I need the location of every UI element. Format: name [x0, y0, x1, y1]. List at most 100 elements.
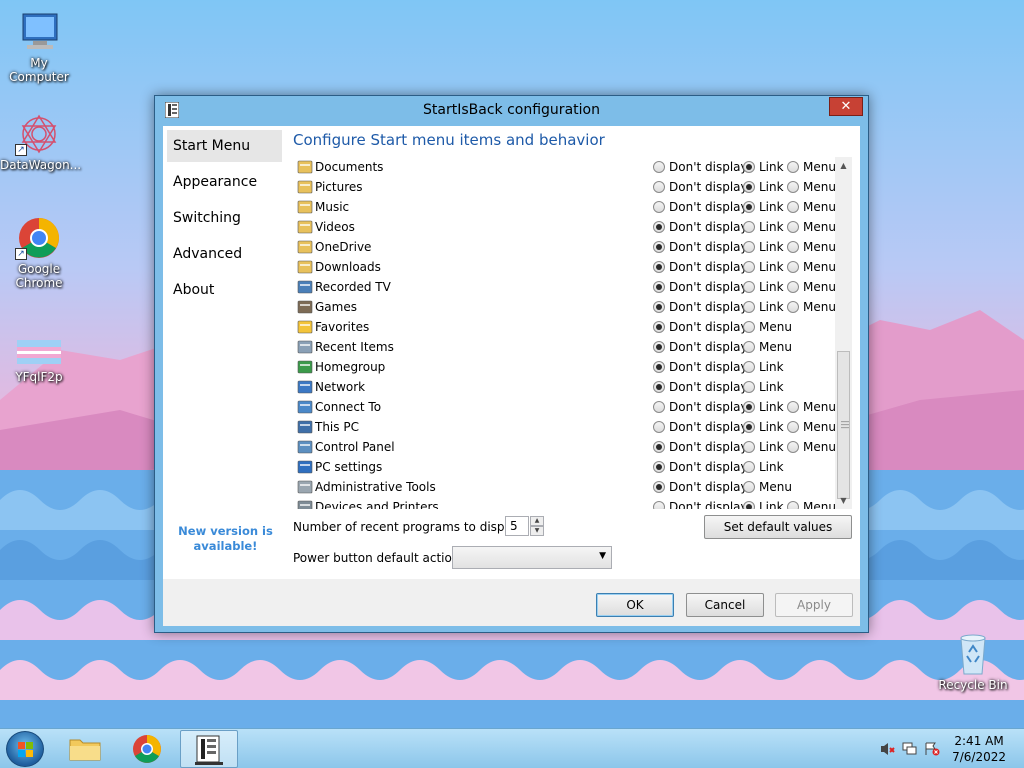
radio-button[interactable]	[653, 241, 665, 253]
radio-button[interactable]	[653, 221, 665, 233]
list-item: Homegroup Don't display Link	[295, 357, 843, 377]
radio-button[interactable]	[743, 421, 755, 433]
radio-button[interactable]	[743, 501, 755, 509]
radio-button[interactable]	[653, 321, 665, 333]
desktop-icon-yfqlf2p[interactable]: YFqlF2p	[0, 338, 78, 384]
chrome-icon	[133, 735, 161, 763]
radio-button[interactable]	[743, 381, 755, 393]
radio-button[interactable]	[653, 501, 665, 509]
radio-button[interactable]	[653, 481, 665, 493]
window-client-area: Start Menu Appearance Switching Advanced…	[163, 126, 860, 626]
radio-button[interactable]	[787, 441, 799, 453]
radio-button[interactable]	[743, 341, 755, 353]
radio-button[interactable]	[743, 401, 755, 413]
radio-button[interactable]	[653, 341, 665, 353]
radio-button[interactable]	[653, 181, 665, 193]
start-button[interactable]	[6, 731, 44, 767]
radio-button[interactable]	[653, 441, 665, 453]
radio-button[interactable]	[743, 321, 755, 333]
radio-button[interactable]	[653, 301, 665, 313]
list-item: Recorded TV Don't display Link Menu	[295, 277, 843, 297]
recent-programs-stepper[interactable]: ▲ ▼	[505, 516, 545, 536]
volume-muted-icon[interactable]	[880, 742, 896, 756]
nav-item-about[interactable]: About	[167, 274, 282, 306]
taskbar-chrome[interactable]	[118, 730, 176, 768]
radio-button[interactable]	[743, 361, 755, 373]
radio-button[interactable]	[653, 161, 665, 173]
item-name: Music	[315, 200, 350, 214]
nav-item-appearance[interactable]: Appearance	[167, 166, 282, 198]
list-scrollbar[interactable]: ▲ ― ― ― ▼	[835, 157, 852, 509]
network-icon[interactable]	[902, 742, 918, 756]
radio-button[interactable]	[787, 161, 799, 173]
ok-button[interactable]: OK	[596, 593, 674, 617]
radio-button[interactable]	[743, 301, 755, 313]
radio-button[interactable]	[743, 201, 755, 213]
folder-pictures-icon	[297, 179, 313, 195]
radio-button[interactable]	[653, 461, 665, 473]
radio-button[interactable]	[653, 401, 665, 413]
power-button-action-select[interactable]: ▼	[452, 546, 612, 569]
radio-button[interactable]	[743, 161, 755, 173]
radio-button[interactable]	[787, 201, 799, 213]
recent-programs-input[interactable]	[505, 516, 529, 536]
stepper-up-icon[interactable]: ▲	[530, 516, 544, 526]
radio-button[interactable]	[743, 441, 755, 453]
radio-button[interactable]	[653, 381, 665, 393]
clock-time: 2:41 AM	[954, 734, 1004, 748]
scroll-up-arrow-icon[interactable]: ▲	[835, 157, 852, 174]
taskbar-clock[interactable]: 2:41 AM 7/6/2022	[952, 733, 1006, 765]
radio-button[interactable]	[653, 361, 665, 373]
taskbar-file-explorer[interactable]	[56, 730, 114, 768]
radio-button[interactable]	[653, 261, 665, 273]
desktop-icon-my-computer[interactable]: My Computer	[0, 10, 78, 84]
close-icon[interactable]: ✕	[829, 97, 863, 116]
new-version-link[interactable]: New version is available!	[173, 524, 278, 554]
apply-button[interactable]: Apply	[775, 593, 853, 617]
radio-button[interactable]	[743, 481, 755, 493]
scroll-thumb[interactable]: ― ― ―	[837, 351, 850, 499]
radio-button[interactable]	[653, 281, 665, 293]
item-name: Administrative Tools	[315, 480, 436, 494]
radio-button[interactable]	[787, 301, 799, 313]
radio-button[interactable]	[653, 421, 665, 433]
radio-button[interactable]	[787, 181, 799, 193]
radio-button[interactable]	[787, 281, 799, 293]
desktop-icon-label: YFqlF2p	[15, 370, 63, 384]
window-titlebar[interactable]: StartIsBack configuration ✕	[155, 96, 868, 124]
item-name: OneDrive	[315, 240, 372, 254]
taskbar-startisback[interactable]	[180, 730, 238, 768]
list-item: Administrative Tools Don't display Menu	[295, 477, 843, 497]
radio-label: Menu	[759, 320, 792, 334]
nav-item-switching[interactable]: Switching	[167, 202, 282, 234]
stepper-down-icon[interactable]: ▼	[530, 526, 544, 536]
desktop-icon-recycle-bin[interactable]: Recycle Bin	[934, 632, 1012, 692]
cancel-button[interactable]: Cancel	[686, 593, 764, 617]
scroll-down-arrow-icon[interactable]: ▼	[835, 492, 852, 509]
desktop-icon-datawagon[interactable]: ↗ DataWagon...	[0, 112, 81, 172]
radio-button[interactable]	[787, 241, 799, 253]
desktop-icon-google-chrome[interactable]: ↗ Google Chrome	[0, 216, 78, 290]
list-item: Pictures Don't display Link Menu	[295, 177, 843, 197]
radio-button[interactable]	[743, 241, 755, 253]
radio-button[interactable]	[743, 261, 755, 273]
radio-label: Menu	[803, 280, 836, 294]
radio-label: Link	[759, 200, 784, 214]
radio-label: Don't display	[669, 480, 748, 494]
radio-button[interactable]	[787, 261, 799, 273]
nav-item-start-menu[interactable]: Start Menu	[167, 130, 282, 162]
nav-item-advanced[interactable]: Advanced	[167, 238, 282, 270]
radio-label: Link	[759, 280, 784, 294]
radio-button[interactable]	[653, 201, 665, 213]
radio-button[interactable]	[787, 421, 799, 433]
radio-button[interactable]	[787, 401, 799, 413]
radio-button[interactable]	[787, 221, 799, 233]
radio-button[interactable]	[743, 221, 755, 233]
radio-button[interactable]	[743, 181, 755, 193]
action-center-flag-icon[interactable]	[924, 742, 940, 756]
radio-button[interactable]	[787, 501, 799, 509]
radio-button[interactable]	[743, 281, 755, 293]
set-default-values-button[interactable]: Set default values	[704, 515, 852, 539]
radio-button[interactable]	[743, 461, 755, 473]
radio-label: Don't display	[669, 400, 748, 414]
